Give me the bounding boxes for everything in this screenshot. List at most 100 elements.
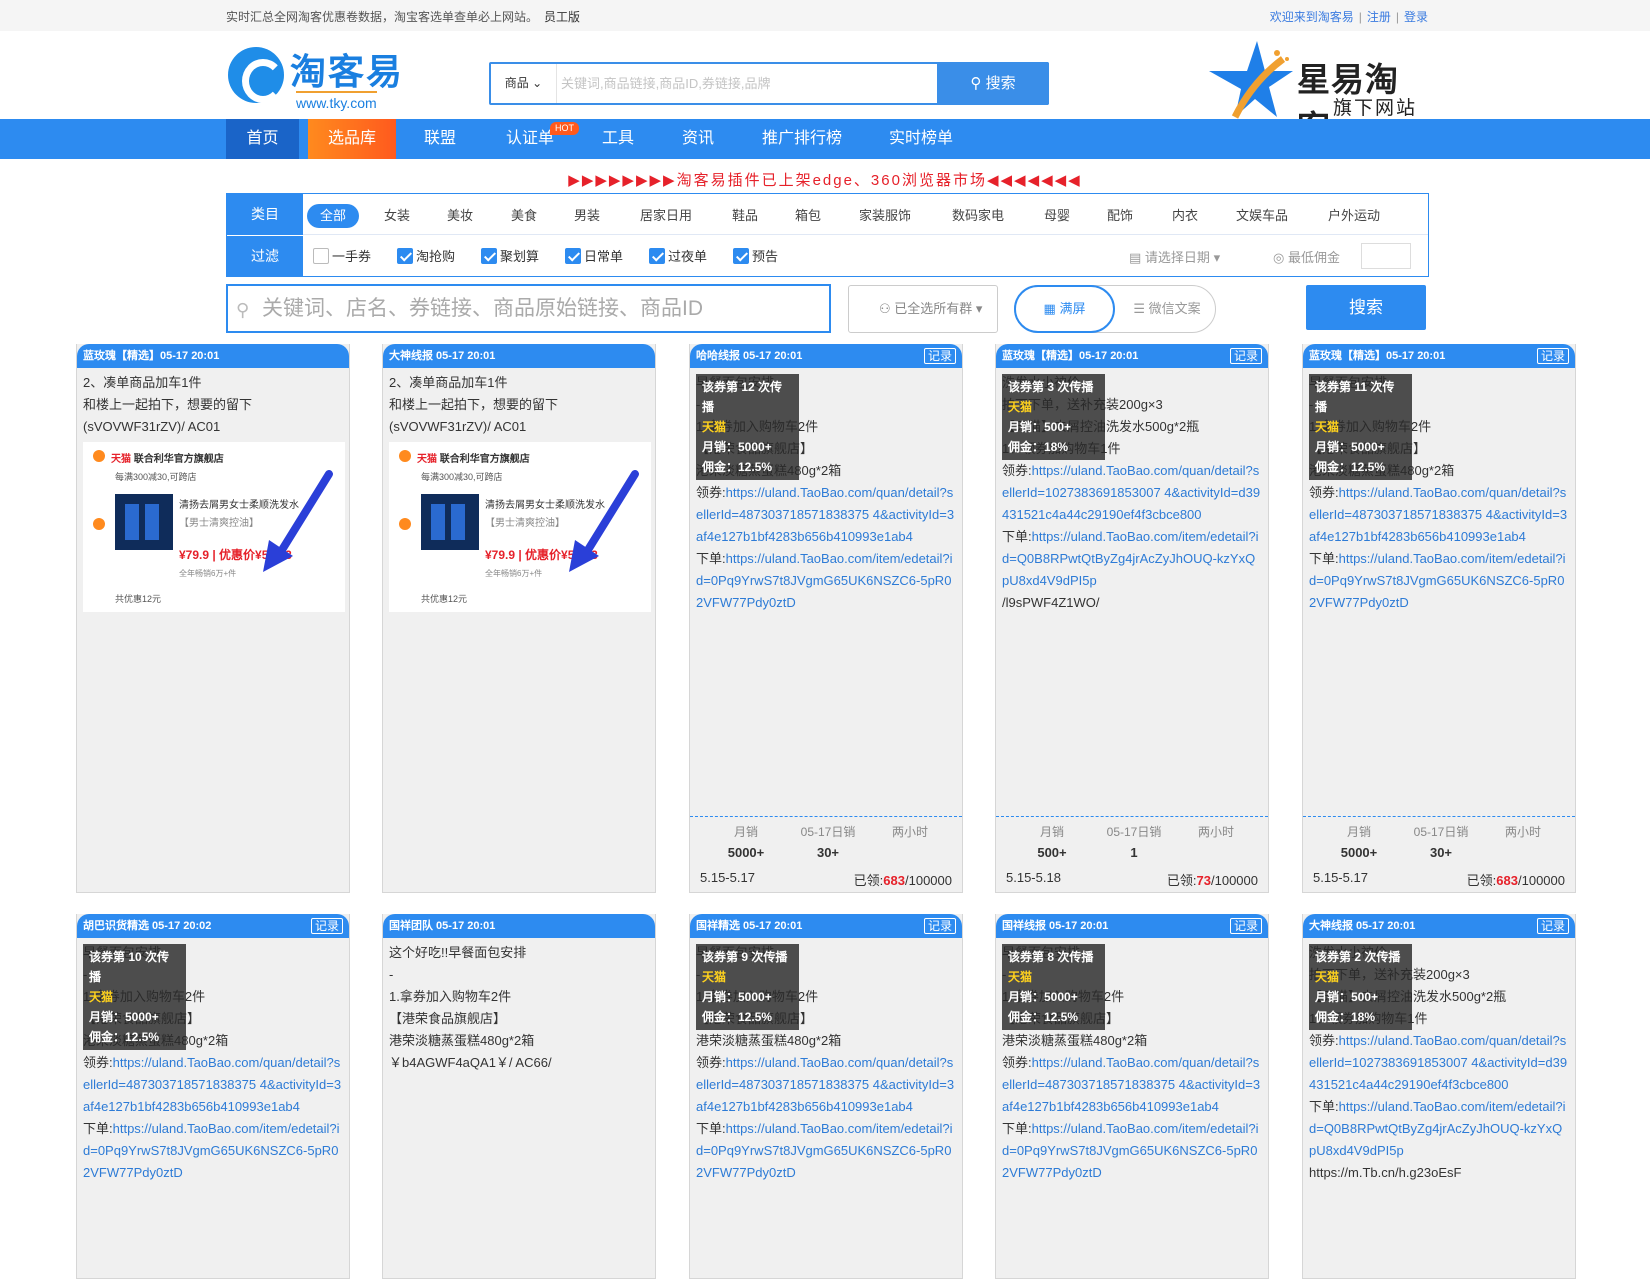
record-button[interactable]: 记录 bbox=[1536, 348, 1569, 364]
header-search-button[interactable]: ⚲ 搜索 bbox=[937, 62, 1049, 105]
record-button[interactable]: 记录 bbox=[923, 918, 956, 934]
category-bags[interactable]: 箱包 bbox=[795, 204, 821, 228]
mode-wechat-copy[interactable]: ☰ 微信文案 bbox=[1119, 286, 1215, 332]
category-beauty[interactable]: 美妆 bbox=[447, 204, 473, 228]
stat-2h-label: 两小时 bbox=[1504, 825, 1541, 839]
deal-card[interactable]: 蓝玫瑰【精选】05-17 20:01 记录 该券第 3 次传播 天猫 月销：500+ 佣金… bbox=[995, 344, 1269, 893]
deal-link[interactable]: https://uland.TaoBao.com/item/edetail?id… bbox=[696, 1121, 953, 1180]
deal-card[interactable]: 胡巴识货精选 05-17 20:02 记录 该券第 10 次传播 天猫 月销：5000+… bbox=[76, 914, 350, 1279]
card-line: https://m.Tb.cn/h.g23oEsF bbox=[1309, 1165, 1462, 1180]
deal-link[interactable]: https://uland.TaoBao.com/item/edetail?id… bbox=[1309, 1099, 1566, 1158]
register-link[interactable]: 注册 bbox=[1367, 10, 1391, 24]
category-shoes[interactable]: 鞋品 bbox=[732, 204, 758, 228]
shot-store-tag: 天猫 bbox=[417, 454, 437, 465]
nav-item-home[interactable]: 首页 bbox=[226, 119, 299, 159]
deal-card[interactable]: 哈哈线报 05-17 20:01 记录 该券第 12 次传播 天猫 月销：5000+ 佣金… bbox=[689, 344, 963, 893]
list-icon: ☰ bbox=[1133, 301, 1145, 316]
stat-month-label: 月销 bbox=[1039, 825, 1064, 839]
nav-item-certified[interactable]: 认证单 HOT bbox=[492, 119, 579, 159]
deal-link[interactable]: https://uland.TaoBao.com/item/edetail?id… bbox=[1002, 1121, 1259, 1180]
login-link[interactable]: 登录 bbox=[1404, 10, 1428, 24]
edition-label: 员工版 bbox=[544, 10, 581, 24]
product-search-input[interactable] bbox=[262, 286, 822, 331]
category-food[interactable]: 美食 bbox=[511, 204, 537, 228]
header-search-input[interactable] bbox=[561, 64, 921, 103]
deal-link[interactable]: https://uland.TaoBao.com/quan/detail?sel… bbox=[696, 1055, 954, 1114]
filter-first-hand[interactable]: 一手券 bbox=[313, 248, 371, 266]
deal-card[interactable]: 国祥精选 05-17 20:01 记录 该券第 9 次传播 天猫 月销：5000+ 佣金：… bbox=[689, 914, 963, 1279]
deal-link[interactable]: https://uland.TaoBao.com/item/edetail?id… bbox=[83, 1121, 340, 1180]
category-underwear[interactable]: 内衣 bbox=[1172, 204, 1198, 228]
search-button-label: 搜索 bbox=[985, 75, 1016, 92]
card-line: 下单:https://uland.TaoBao.com/item/edetail… bbox=[1002, 1118, 1262, 1184]
deal-link[interactable]: https://uland.TaoBao.com/quan/detail?sel… bbox=[83, 1055, 341, 1114]
card-line: 2、凑单商品加车1件 bbox=[389, 375, 508, 390]
category-home[interactable]: 居家日用 bbox=[640, 204, 692, 228]
check-label: 淘抢购 bbox=[416, 249, 456, 264]
product-screenshot[interactable]: 天猫 联合利华官方旗舰店 每满300减30,可跨店 清扬去屑男女士柔顺洗发水 【男士清… bbox=[83, 442, 345, 612]
site-logo[interactable]: 淘客易 www.tky.com bbox=[228, 43, 408, 113]
claimed-value: 73 bbox=[1196, 873, 1211, 888]
overlay-platform: 天猫 bbox=[702, 970, 727, 984]
filter-taoqianggou[interactable]: 淘抢购 bbox=[397, 248, 455, 266]
category-womens[interactable]: 女装 bbox=[384, 204, 410, 228]
card-line: 领券:https://uland.TaoBao.com/quan/detail?… bbox=[696, 1052, 956, 1118]
nav-item-product-library[interactable]: 选品库 bbox=[308, 119, 396, 159]
product-search-button[interactable]: 搜索 bbox=[1306, 285, 1426, 330]
category-entertainment[interactable]: 文娱车品 bbox=[1236, 204, 1288, 228]
deal-link[interactable]: https://uland.TaoBao.com/quan/detail?sel… bbox=[1309, 1033, 1567, 1092]
welcome-link[interactable]: 欢迎来到淘客易 bbox=[1270, 10, 1354, 24]
card-line: 领券:https://uland.TaoBao.com/quan/detail?… bbox=[83, 1052, 343, 1118]
check-circle-icon bbox=[93, 450, 105, 462]
category-digital[interactable]: 数码家电 bbox=[952, 204, 1004, 228]
deal-link[interactable]: https://uland.TaoBao.com/item/edetail?id… bbox=[1002, 529, 1259, 588]
filter-juhuasuan[interactable]: 聚划算 bbox=[481, 248, 539, 266]
category-accessories[interactable]: 配饰 bbox=[1107, 204, 1133, 228]
deal-link[interactable]: https://uland.TaoBao.com/quan/detail?sel… bbox=[1002, 1055, 1260, 1114]
nav-item-news[interactable]: 资讯 bbox=[668, 119, 728, 159]
category-decor[interactable]: 家装服饰 bbox=[859, 204, 911, 228]
deal-link[interactable]: https://uland.TaoBao.com/item/edetail?id… bbox=[1309, 551, 1566, 610]
record-button[interactable]: 记录 bbox=[1229, 918, 1262, 934]
spread-overlay: 该券第 9 次传播 天猫 月销：5000+ 佣金：12.5% bbox=[696, 944, 799, 1030]
category-outdoor[interactable]: 户外运动 bbox=[1328, 204, 1380, 228]
filter-daily[interactable]: 日常单 bbox=[565, 248, 623, 266]
min-commission-input[interactable] bbox=[1361, 243, 1411, 269]
group-select[interactable]: ⚇ 已全选所有群 ▾ bbox=[848, 285, 998, 333]
deal-link[interactable]: https://uland.TaoBao.com/quan/detail?sel… bbox=[1002, 463, 1260, 522]
deal-card[interactable]: 国祥线报 05-17 20:01 记录 该券第 8 次传播 天猫 月销：5000+ 佣金：… bbox=[995, 914, 1269, 1279]
stat-month-value: 5000+ bbox=[1340, 845, 1378, 860]
check-label: 日常单 bbox=[584, 249, 624, 264]
search-icon: ⚲ bbox=[236, 300, 250, 320]
category-baby[interactable]: 母婴 bbox=[1044, 204, 1070, 228]
filter-preview[interactable]: 预告 bbox=[733, 248, 778, 266]
record-button[interactable]: 记录 bbox=[310, 918, 343, 934]
card-header: 国祥线报 05-17 20:01 记录 bbox=[996, 914, 1268, 938]
record-button[interactable]: 记录 bbox=[1229, 348, 1262, 364]
category-all[interactable]: 全部 bbox=[307, 204, 360, 228]
product-screenshot[interactable]: 天猫 联合利华官方旗舰店 每满300减30,可跨店 清扬去屑男女士柔顺洗发水 【男士清… bbox=[389, 442, 651, 612]
check-label: 聚划算 bbox=[500, 249, 540, 264]
record-button[interactable]: 记录 bbox=[923, 348, 956, 364]
deal-card[interactable]: 蓝玫瑰【精选】05-17 20:01 2、凑单商品加车1件 和楼上一起拍下，想要的留… bbox=[76, 344, 350, 893]
deal-card[interactable]: 蓝玫瑰【精选】05-17 20:01 记录 该券第 11 次传播 天猫 月销：5000+… bbox=[1302, 344, 1576, 893]
category-mens[interactable]: 男装 bbox=[574, 204, 600, 228]
deal-link[interactable]: https://uland.TaoBao.com/quan/detail?sel… bbox=[1309, 485, 1567, 544]
nav-item-tools[interactable]: 工具 bbox=[588, 119, 648, 159]
deal-link[interactable]: https://uland.TaoBao.com/quan/detail?sel… bbox=[696, 485, 954, 544]
nav-item-ranking[interactable]: 推广排行榜 bbox=[752, 119, 852, 159]
search-category-select[interactable]: 商品 ⌄ bbox=[491, 64, 557, 103]
deal-link[interactable]: https://uland.TaoBao.com/item/edetail?id… bbox=[696, 551, 953, 610]
deal-card[interactable]: 国祥团队 05-17 20:01 这个好吃!!早餐面包安排 - 1.拿券加入购物车2件… bbox=[382, 914, 656, 1279]
nav-item-realtime[interactable]: 实时榜单 bbox=[876, 119, 966, 159]
nav-item-alliance[interactable]: 联盟 bbox=[410, 119, 470, 159]
mode-full-screen[interactable]: ▦ 满屏 bbox=[1014, 285, 1115, 333]
deal-card[interactable]: 大神线报 05-17 20:01 记录 该券第 2 次传播 天猫 月销：500+ 佣金：1… bbox=[1302, 914, 1576, 1279]
record-button[interactable]: 记录 bbox=[1536, 918, 1569, 934]
announcement-marquee[interactable]: ▶▶▶▶▶▶▶▶淘客易插件已上架edge、360浏览器市场◀◀◀◀◀◀◀ bbox=[0, 169, 1650, 190]
deal-card[interactable]: 大神线报 05-17 20:01 2、凑单商品加车1件 和楼上一起拍下，想要的留下 (… bbox=[382, 344, 656, 893]
date-picker[interactable]: ▤ 请选择日期 ▾ bbox=[1129, 247, 1220, 266]
link-prefix: 下单: bbox=[1309, 1099, 1339, 1114]
filter-overnight[interactable]: 过夜单 bbox=[649, 248, 707, 266]
card-body: 该券第 9 次传播天猫月销：5000+佣金：12.5%早餐面包安排-1.拿券加入… bbox=[690, 938, 962, 1184]
